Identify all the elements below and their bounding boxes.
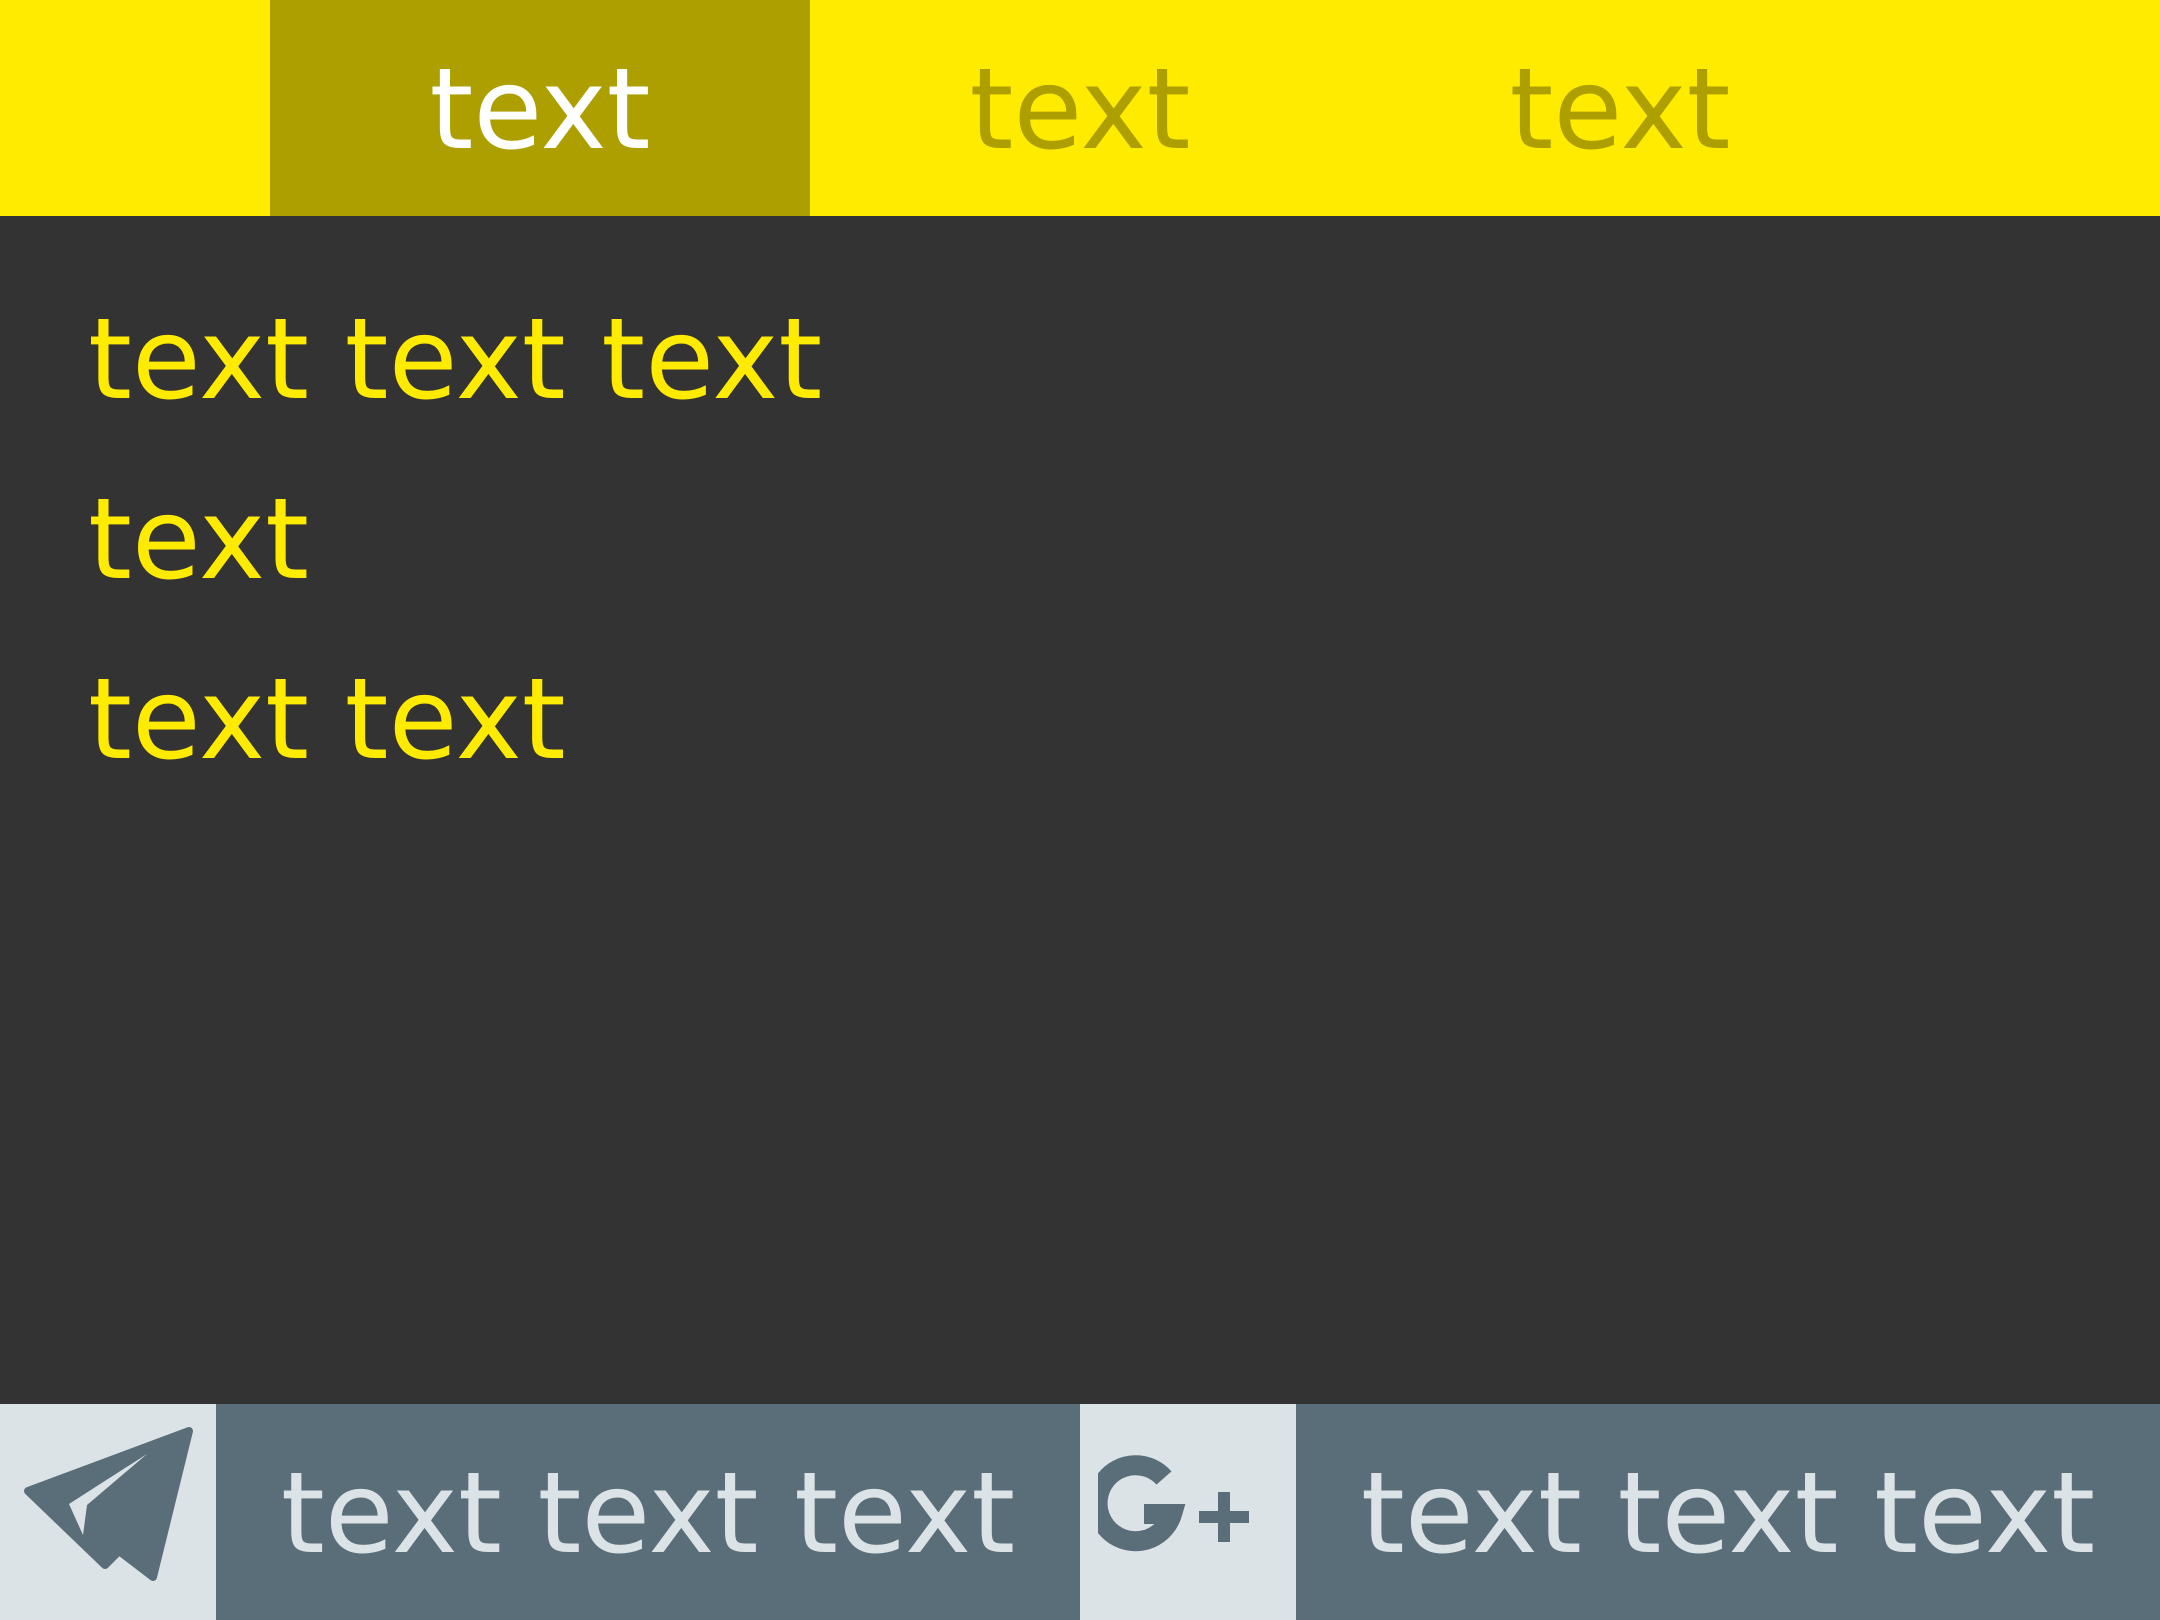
content-text: text <box>88 475 310 605</box>
tab-3[interactable]: text <box>1350 0 1890 216</box>
google-plus-share-button[interactable]: text text text <box>1080 1404 2160 1620</box>
telegram-icon-box <box>0 1404 216 1620</box>
content-panel: text text text text text text <box>0 216 2160 1404</box>
share-label: text text text <box>1360 1449 2096 1579</box>
tab-bar: text text text <box>0 0 2160 216</box>
tab-1[interactable]: text <box>270 0 810 216</box>
content-text: text text text <box>88 295 823 425</box>
tab-label: text <box>429 45 651 175</box>
telegram-share-button[interactable]: text text text <box>0 1404 1080 1620</box>
google-plus-icon-box <box>1080 1404 1296 1620</box>
telegram-icon <box>24 1427 193 1581</box>
tab-label: text <box>969 45 1191 175</box>
google-plus-icon <box>1098 1455 1249 1552</box>
content-text: text text <box>88 655 566 785</box>
tab-label: text <box>1509 45 1731 175</box>
share-label: text text text <box>280 1449 1016 1579</box>
share-bar: text text text text text text <box>0 1404 2160 1620</box>
tab-2[interactable]: text <box>810 0 1350 216</box>
